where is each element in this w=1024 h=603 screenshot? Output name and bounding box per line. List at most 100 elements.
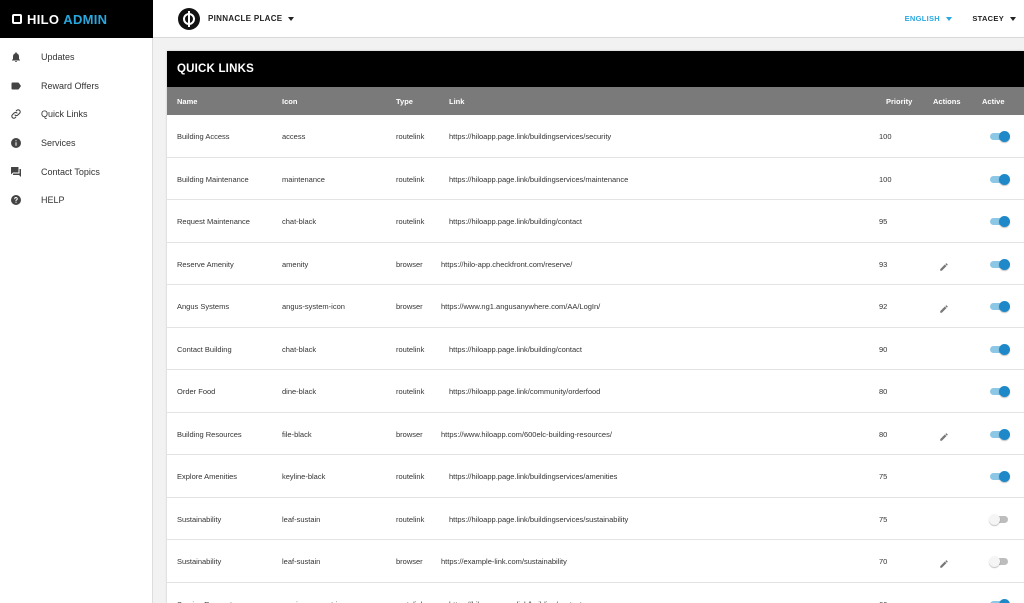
sidebar-item-label: HELP xyxy=(41,195,65,206)
chevron-down-icon xyxy=(946,17,952,22)
cell-type: browser xyxy=(396,259,423,269)
edit-icon[interactable] xyxy=(939,301,949,313)
active-toggle[interactable] xyxy=(990,343,1010,355)
cell-name: Order Food xyxy=(177,387,216,396)
cell-priority: 75 xyxy=(879,514,888,524)
table-row[interactable]: Building Maintenance maintenance routelink… xyxy=(167,158,1024,200)
active-toggle[interactable] xyxy=(990,131,1010,142)
cell-name: Request Maintenance xyxy=(177,217,250,226)
cell-priority: 75 xyxy=(879,472,888,481)
cell-icon: angus-system-icon xyxy=(282,302,345,311)
sidebar-item-updates[interactable]: Updates xyxy=(0,43,152,72)
cell-name: Reserve Amenity xyxy=(177,259,234,269)
property-selector[interactable]: PINNACLE PLACE xyxy=(208,14,295,23)
cell-name: Contact Building xyxy=(177,344,232,354)
cell-name: Angus Systems xyxy=(177,302,230,311)
top-bar: PINNACLE PLACE ENGLISH STACEY xyxy=(153,0,1024,38)
toggle-knob xyxy=(999,131,1010,142)
sidebar-item-services[interactable]: Services xyxy=(0,129,152,158)
table-row[interactable]: Building Access access routelink https://hi… xyxy=(167,115,1024,158)
active-toggle[interactable] xyxy=(990,301,1010,312)
app-logo[interactable]: HILO ADMIN xyxy=(0,0,153,38)
cell-link: https://hiloapp.page.link/building/conta… xyxy=(449,217,583,226)
cell-type: routelink xyxy=(396,600,424,603)
column-header-name[interactable]: Name xyxy=(177,97,197,106)
sidebar-item-contact-topics[interactable]: Contact Topics xyxy=(0,157,152,186)
cell-link: https://hiloapp.page.link/building/conta… xyxy=(449,600,582,603)
brand-accent: ADMIN xyxy=(63,11,108,27)
column-header-link[interactable]: Link xyxy=(449,97,464,106)
column-header-active[interactable]: Active xyxy=(982,97,1005,106)
cell-link: https://hiloapp.page.link/buildingservic… xyxy=(449,472,618,481)
chevron-down-icon xyxy=(1010,17,1016,22)
cell-type: browser xyxy=(396,302,423,311)
edit-icon[interactable] xyxy=(939,259,949,271)
edit-icon[interactable] xyxy=(939,556,949,568)
card-title: QUICK LINKS xyxy=(167,51,1024,87)
cell-type: routelink xyxy=(396,514,425,524)
edit-icon[interactable] xyxy=(939,429,949,441)
cell-name: Explore Amenities xyxy=(177,472,238,481)
cell-link: https://hiloapp.page.link/building/conta… xyxy=(449,344,583,354)
cell-type: browser xyxy=(396,429,423,439)
active-toggle[interactable] xyxy=(990,471,1010,482)
user-name: STACEY xyxy=(972,14,1004,23)
cell-link: https://hilo-app.checkfront.com/reserve/ xyxy=(441,259,573,269)
toggle-knob xyxy=(989,556,1000,567)
info-icon xyxy=(10,137,22,149)
active-toggle[interactable] xyxy=(990,216,1010,227)
active-toggle[interactable] xyxy=(990,173,1010,185)
column-header-type[interactable]: Type xyxy=(396,97,413,106)
table-row[interactable]: Sustainability leaf-sustain routelink https… xyxy=(167,498,1024,540)
cell-type: routelink xyxy=(396,387,425,396)
active-toggle[interactable] xyxy=(990,386,1010,397)
active-toggle[interactable] xyxy=(989,556,1010,567)
active-toggle[interactable] xyxy=(990,258,1010,270)
table-row[interactable]: Contact Building chat-black routelink https… xyxy=(167,328,1024,370)
table-row[interactable]: Sustainability leaf-sustain browser https:/… xyxy=(167,540,1024,583)
cell-icon: keyline-black xyxy=(282,472,326,481)
cell-icon: service-request-icon xyxy=(282,600,350,603)
table-header: Name Icon Type Link Priority Actions Act… xyxy=(167,87,1024,115)
active-toggle[interactable] xyxy=(989,513,1010,525)
table-row[interactable]: Service Request service-request-icon route… xyxy=(167,583,1024,603)
property-logo-icon xyxy=(178,7,200,30)
column-header-actions: Actions xyxy=(933,97,961,106)
toggle-knob xyxy=(999,471,1010,482)
cell-name: Service Request xyxy=(177,600,232,603)
cell-icon: dine-black xyxy=(282,387,317,396)
sidebar-item-quick-links[interactable]: Quick Links xyxy=(0,100,152,129)
cell-priority: 100 xyxy=(879,174,892,184)
help-icon xyxy=(10,194,22,206)
toggle-knob xyxy=(999,301,1010,312)
table-row[interactable]: Building Resources file-black browser https… xyxy=(167,413,1024,455)
toggle-knob xyxy=(999,173,1010,185)
sidebar-item-label: Reward Offers xyxy=(41,80,99,91)
active-toggle[interactable] xyxy=(990,598,1010,603)
table-row[interactable]: Angus Systems angus-system-icon browser htt… xyxy=(167,285,1024,328)
cell-type: routelink xyxy=(396,344,425,354)
tag-icon xyxy=(10,80,22,92)
table-row[interactable]: Explore Amenities keyline-black routelink h… xyxy=(167,455,1024,498)
table-row[interactable]: Reserve Amenity amenity browser https://hil… xyxy=(167,243,1024,285)
cell-type: routelink xyxy=(396,174,425,184)
user-menu[interactable]: STACEY xyxy=(972,14,1016,23)
cell-type: routelink xyxy=(396,217,425,226)
column-header-priority[interactable]: Priority xyxy=(886,97,912,106)
sidebar-item-reward-offers[interactable]: Reward Offers xyxy=(0,72,152,101)
sidebar-item-label: Quick Links xyxy=(41,109,88,120)
cell-link: https://www.hiloapp.com/600elc-building-… xyxy=(441,429,612,439)
table-body: Building Access access routelink https://hi… xyxy=(167,115,1024,603)
property-name: PINNACLE PLACE xyxy=(208,14,283,23)
cell-icon: leaf-sustain xyxy=(282,514,321,524)
active-toggle[interactable] xyxy=(990,428,1010,440)
table-row[interactable]: Order Food dine-black routelink https://hil… xyxy=(167,370,1024,413)
sidebar-item-help[interactable]: HELP xyxy=(0,186,152,215)
language-selector[interactable]: ENGLISH xyxy=(905,14,952,23)
cell-priority: 93 xyxy=(879,259,888,269)
table-row[interactable]: Request Maintenance chat-black routelink ht… xyxy=(167,200,1024,243)
cell-icon: maintenance xyxy=(282,174,325,184)
column-header-icon[interactable]: Icon xyxy=(282,97,297,106)
cell-priority: 80 xyxy=(879,387,888,396)
cell-icon: file-black xyxy=(282,429,312,439)
